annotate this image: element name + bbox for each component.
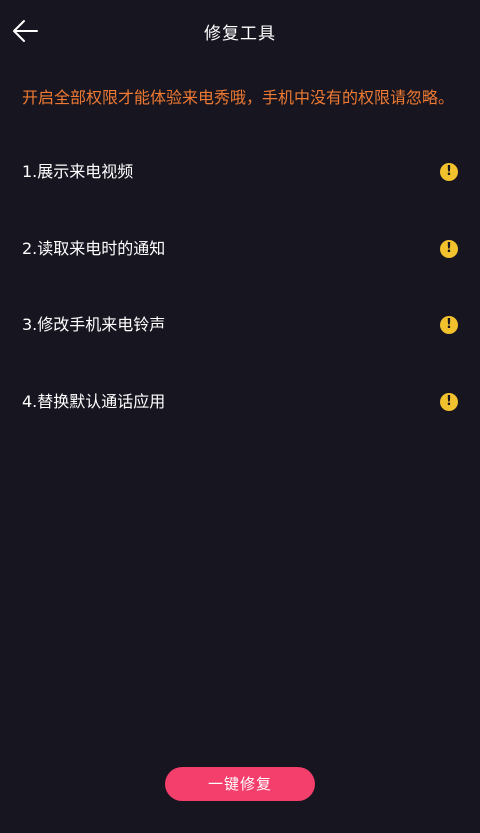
warning-icon: ! <box>440 240 458 258</box>
permission-item-modify-ringtone[interactable]: 3.修改手机来电铃声 ! <box>0 305 480 345</box>
permission-label: 3.修改手机来电铃声 <box>22 315 166 334</box>
permission-item-show-video[interactable]: 1.展示来电视频 ! <box>0 152 480 192</box>
warning-icon: ! <box>440 163 458 181</box>
page-title: 修复工具 <box>204 24 276 44</box>
fix-all-button[interactable]: 一键修复 <box>165 767 315 801</box>
permission-label: 2.读取来电时的通知 <box>22 239 166 258</box>
warning-icon: ! <box>440 316 458 334</box>
permission-item-default-dialer[interactable]: 4.替换默认通话应用 ! <box>0 382 480 422</box>
permission-item-read-notification[interactable]: 2.读取来电时的通知 ! <box>0 229 480 269</box>
permission-label: 4.替换默认通话应用 <box>22 392 166 411</box>
header-bar: 修复工具 <box>0 0 480 60</box>
permission-notice: 开启全部权限才能体验来电秀哦，手机中没有的权限请忽略。 <box>22 88 455 107</box>
warning-icon: ! <box>440 393 458 411</box>
permission-label: 1.展示来电视频 <box>22 162 134 181</box>
